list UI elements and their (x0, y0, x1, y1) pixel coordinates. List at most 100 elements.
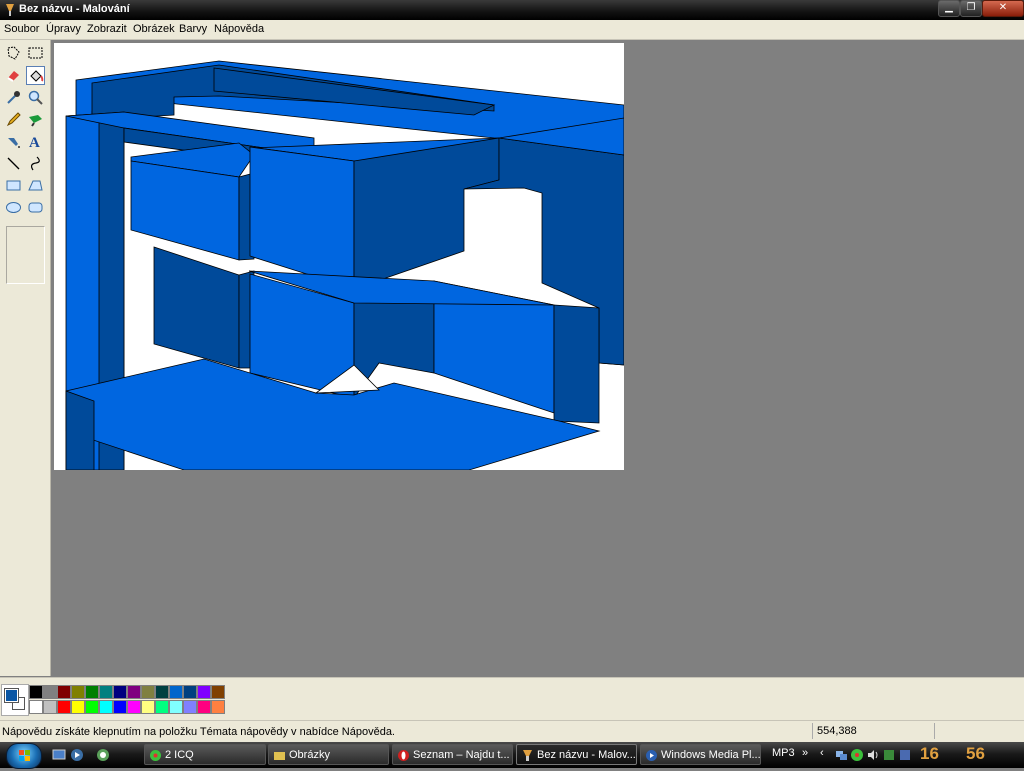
current-colors[interactable] (1, 684, 29, 716)
color-swatch[interactable] (169, 700, 183, 714)
color-swatch[interactable] (211, 700, 225, 714)
eyedropper-icon (7, 91, 20, 104)
color-swatch[interactable] (99, 700, 113, 714)
color-swatch[interactable] (29, 700, 43, 714)
color-swatch[interactable] (71, 700, 85, 714)
menu-zobrazit[interactable]: Zobrazit (87, 23, 127, 35)
tray-app-icon[interactable] (898, 748, 912, 762)
icq-tray-icon[interactable] (850, 748, 864, 762)
color-swatch[interactable] (113, 685, 127, 699)
color-swatch[interactable] (57, 700, 71, 714)
text-tool[interactable]: A (26, 132, 45, 151)
minimize-button[interactable]: ▁ (938, 0, 960, 17)
polygon-tool[interactable] (26, 176, 45, 195)
color-swatch[interactable] (127, 685, 141, 699)
color-swatch[interactable] (155, 700, 169, 714)
color-swatch[interactable] (127, 700, 141, 714)
color-picker-tool[interactable] (4, 88, 23, 107)
restore-button[interactable]: ❐ (960, 0, 982, 17)
color-swatch[interactable] (71, 685, 85, 699)
drawn-shape (353, 137, 500, 290)
menu-upravy[interactable]: Úpravy (46, 23, 81, 35)
menu-obrazek[interactable]: Obrázek (133, 23, 175, 35)
line-tool[interactable] (4, 154, 23, 173)
color-swatch[interactable] (85, 700, 99, 714)
rectangle-tool[interactable] (4, 176, 23, 195)
status-separator (934, 723, 935, 739)
airbrush-tool[interactable] (4, 132, 23, 151)
line-icon (7, 157, 20, 170)
magnifier-tool[interactable] (26, 88, 45, 107)
cursor-coordinates: 554,388 (812, 723, 937, 739)
menu-bar: Soubor Úpravy Zobrazit Obrázek Barvy Náp… (0, 20, 1024, 40)
rect-select-tool[interactable] (26, 44, 45, 63)
free-select-tool[interactable] (4, 44, 23, 63)
eraser-tool[interactable] (4, 66, 23, 85)
task-icq[interactable]: 2 ICQ (144, 744, 266, 765)
task-label: Bez názvu - Malov... (537, 749, 636, 761)
eraser-icon (7, 71, 19, 82)
tray-mp3-label[interactable]: MP3 (772, 747, 795, 759)
text-icon: A (29, 135, 40, 151)
svg-text:A: A (29, 135, 40, 151)
menu-barvy[interactable]: Barvy (179, 23, 207, 35)
rounded-rect-tool[interactable] (26, 198, 45, 217)
tool-options-box[interactable] (6, 226, 45, 284)
drawn-shape (130, 160, 240, 261)
start-button[interactable] (6, 743, 42, 769)
task-media-player[interactable]: Windows Media Pl... (640, 744, 761, 765)
ellipse-tool[interactable] (4, 198, 23, 217)
free-select-icon (7, 46, 20, 60)
tray-expand-icon[interactable]: ‹ (820, 747, 824, 759)
menu-soubor[interactable]: Soubor (4, 23, 39, 35)
browser-quicklaunch-icon[interactable] (96, 748, 110, 762)
pencil-tool[interactable] (4, 110, 23, 129)
curve-tool[interactable] (26, 154, 45, 173)
drawing-canvas[interactable] (54, 43, 624, 470)
status-bar: Nápovědu získáte klepnutím na položku Té… (0, 720, 1024, 743)
curve-icon (30, 156, 40, 171)
brush-icon (29, 115, 42, 127)
task-paint[interactable]: Bez názvu - Malov... (516, 744, 637, 765)
color-swatch[interactable] (183, 685, 197, 699)
show-desktop-icon[interactable] (52, 748, 66, 762)
folder-icon (274, 752, 285, 760)
color-swatch[interactable] (141, 700, 155, 714)
color-swatch[interactable] (43, 685, 57, 699)
window-title: Bez názvu - Malování (19, 3, 130, 15)
color-swatch[interactable] (183, 700, 197, 714)
ellipse-icon (6, 202, 21, 213)
opera-browser-icon (398, 750, 409, 761)
color-swatch[interactable] (43, 700, 57, 714)
color-swatch[interactable] (197, 685, 211, 699)
volume-icon[interactable] (866, 748, 880, 762)
task-label: Seznam – Najdu t... (413, 749, 510, 761)
task-obrazky[interactable]: Obrázky (268, 744, 389, 765)
color-swatch[interactable] (113, 700, 127, 714)
fill-tool[interactable] (26, 66, 45, 85)
color-swatch[interactable] (99, 685, 113, 699)
network-icon[interactable] (834, 748, 848, 762)
color-swatch[interactable] (197, 700, 211, 714)
airbrush-icon (8, 138, 20, 148)
paint-app-icon (6, 4, 14, 16)
task-seznam-browser[interactable]: Seznam – Najdu t... (392, 744, 513, 765)
tray-overflow-icon[interactable]: » (802, 747, 808, 759)
menu-napoveda[interactable]: Nápověda (214, 23, 264, 35)
color-swatch[interactable] (155, 685, 169, 699)
title-bar[interactable]: Bez názvu - Malování ▁ ❐ ✕ (0, 0, 1024, 20)
fill-bucket-icon (30, 70, 44, 82)
color-swatch[interactable] (141, 685, 155, 699)
brush-tool[interactable] (26, 110, 45, 129)
color-swatch[interactable] (85, 685, 99, 699)
color-swatch[interactable] (29, 685, 43, 699)
security-tray-icon[interactable] (882, 748, 896, 762)
windows-logo-icon (19, 750, 30, 761)
close-button[interactable]: ✕ (982, 0, 1024, 17)
media-quicklaunch-icon[interactable] (70, 748, 84, 762)
color-swatch[interactable] (169, 685, 183, 699)
drawn-shape (65, 390, 95, 470)
rectangle-icon (6, 180, 21, 191)
color-swatch[interactable] (57, 685, 71, 699)
color-swatch[interactable] (211, 685, 225, 699)
